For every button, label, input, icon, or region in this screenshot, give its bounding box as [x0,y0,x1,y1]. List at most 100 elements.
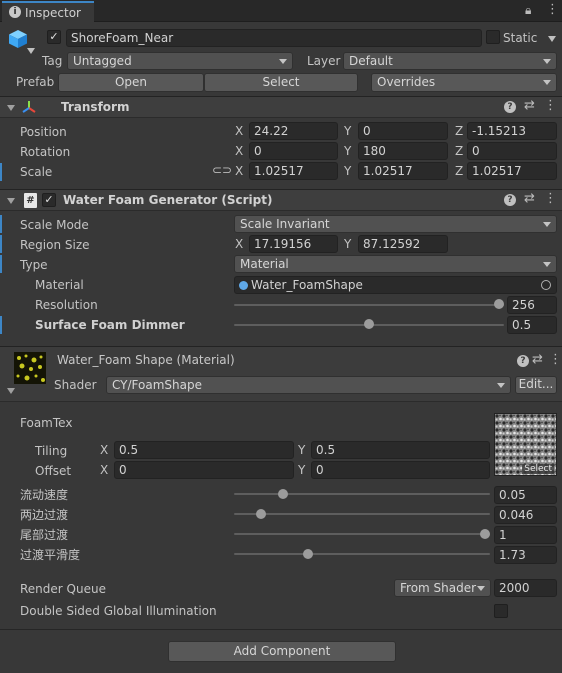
tiling-x-field[interactable]: 0.5 [114,441,294,459]
render-queue-mode-dropdown[interactable]: From Shader [394,579,491,597]
prefab-open-button[interactable]: Open [58,73,204,92]
offset-x-axis[interactable]: X [100,463,108,477]
help-icon[interactable]: ? [504,101,516,113]
static-checkbox[interactable] [486,30,500,44]
offset-y-field[interactable]: 0 [311,461,490,479]
render-queue-field[interactable]: 2000 [494,579,557,597]
property-slider-knob[interactable] [278,489,289,499]
overrides-label: Overrides [377,75,436,89]
dimmer-field[interactable]: 0.5 [507,316,557,334]
shader-dropdown[interactable]: CY/FoamShape [106,376,511,394]
rotation-x-axis[interactable]: X [235,144,243,158]
rotation-x-field[interactable]: 0 [249,142,338,160]
region-x-field[interactable]: 17.19156 [249,235,338,253]
property-slider-track[interactable] [234,493,490,495]
region-y-field[interactable]: 87.12592 [358,235,448,253]
property-slider-knob[interactable] [302,549,313,559]
property-slider-track[interactable] [234,533,490,535]
property-slider-track[interactable] [234,553,490,555]
tab-inspector[interactable]: i Inspector [2,1,94,22]
material-field[interactable]: Water_FoamShape [234,276,557,294]
tag-dropdown[interactable]: Untagged [67,52,293,70]
region-x-axis[interactable]: X [235,237,243,251]
rotation-y-field[interactable]: 180 [358,142,448,160]
rotation-z-field[interactable]: 0 [467,142,557,160]
scale-x-field[interactable]: 1.02517 [249,162,338,180]
transform-header[interactable]: Transform ? ⇄ ⋮ [0,96,562,118]
position-y-axis[interactable]: Y [344,124,351,138]
preset-icon[interactable]: ⇄ [524,192,535,205]
script-icon: # [24,193,37,208]
preset-icon[interactable]: ⇄ [532,353,543,366]
lock-icon[interactable]: 🔒︎ [525,4,531,16]
type-dropdown[interactable]: Material [234,255,557,273]
material-header[interactable]: Water_Foam Shape (Material) ? ⇄ ⋮ Shader… [0,346,562,402]
scale-y-field[interactable]: 1.02517 [358,162,448,180]
script-enabled-checkbox[interactable]: ✓ [42,193,56,207]
material-sphere-icon [239,281,248,290]
script-header[interactable]: # ✓ Water Foam Generator (Script) ? ⇄ ⋮ [0,189,562,211]
menu-kebab-icon[interactable]: ⋮ [546,3,559,16]
icon-dropdown-icon[interactable] [27,48,35,54]
scale-z-field[interactable]: 1.02517 [467,162,557,180]
foldout-arrow-icon[interactable] [7,198,15,204]
property-slider-track[interactable] [234,513,490,515]
resolution-slider-track[interactable] [234,304,504,306]
foamtex-texture-slot[interactable]: Select [494,413,557,476]
overrides-dropdown[interactable]: Overrides [371,73,557,92]
position-y-field[interactable]: 0 [358,122,448,140]
property-slider-knob[interactable] [480,529,490,539]
resolution-slider-knob[interactable] [494,299,504,309]
active-checkbox[interactable]: ✓ [47,30,61,44]
foldout-arrow-icon[interactable] [7,105,15,111]
property-value-field[interactable]: 1.73 [494,546,557,564]
override-bar [0,163,2,181]
position-z-axis[interactable]: Z [455,124,463,138]
scale-z-axis[interactable]: Z [455,164,463,178]
context-menu-icon[interactable]: ⋮ [549,353,562,366]
rotation-z-axis[interactable]: Z [455,144,463,158]
shader-edit-button[interactable]: Edit... [515,376,557,394]
offset-y-axis[interactable]: Y [298,463,305,477]
texture-select-label[interactable]: Select [522,464,554,474]
rotation-y-axis[interactable]: Y [344,144,351,158]
object-name-field[interactable]: ShoreFoam_Near [66,29,482,47]
chevron-down-icon [543,222,551,227]
region-y-axis[interactable]: Y [344,237,351,251]
tiling-x-axis[interactable]: X [100,443,108,457]
help-icon[interactable]: ? [517,355,529,367]
preset-icon[interactable]: ⇄ [524,99,535,112]
foldout-arrow-icon[interactable] [7,388,15,394]
override-bar [0,316,2,334]
property-value-field[interactable]: 1 [494,526,557,544]
add-component-button[interactable]: Add Component [168,641,396,662]
layer-dropdown[interactable]: Default [343,52,557,70]
dimmer-slider-knob[interactable] [364,319,374,329]
scale-x-axis[interactable]: X [235,164,243,178]
resolution-field[interactable]: 256 [507,296,557,314]
link-icon[interactable]: ⊂⊃ [212,164,232,176]
static-dropdown-icon[interactable] [548,36,556,42]
object-picker-icon[interactable] [541,280,551,290]
tiling-y-axis[interactable]: Y [298,443,305,457]
property-slider-knob[interactable] [256,509,267,519]
override-bar [0,235,2,253]
position-z-field[interactable]: -1.15213 [467,122,557,140]
tiling-y-field[interactable]: 0.5 [311,441,490,459]
scale-mode-value: Scale Invariant [240,217,330,231]
tag-label: Tag [42,54,63,68]
property-value-field[interactable]: 0.046 [494,506,557,524]
chevron-down-icon [497,383,505,388]
property-label: 过渡平滑度 [20,548,81,562]
property-value-field[interactable]: 0.05 [494,486,557,504]
dsgi-checkbox[interactable] [494,604,508,618]
position-x-axis[interactable]: X [235,124,243,138]
scale-y-axis[interactable]: Y [344,164,351,178]
prefab-select-button[interactable]: Select [204,73,358,92]
context-menu-icon[interactable]: ⋮ [544,99,557,112]
scale-mode-dropdown[interactable]: Scale Invariant [234,215,557,233]
position-x-field[interactable]: 24.22 [249,122,338,140]
help-icon[interactable]: ? [504,194,516,206]
context-menu-icon[interactable]: ⋮ [544,192,557,205]
offset-x-field[interactable]: 0 [114,461,294,479]
